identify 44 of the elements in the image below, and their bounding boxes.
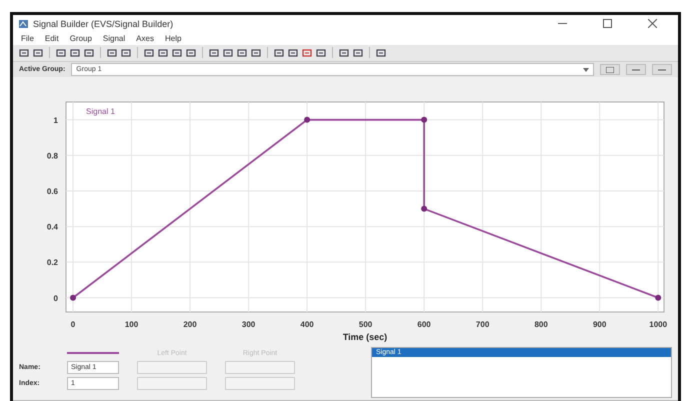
x-tick-label: 200 bbox=[183, 320, 197, 330]
menu-item[interactable]: Axes bbox=[136, 34, 154, 44]
window-title: Signal Builder (EVS/Signal Builder) bbox=[33, 18, 174, 29]
data-point[interactable] bbox=[421, 117, 428, 124]
x-tick-label: 500 bbox=[358, 320, 372, 330]
y-tick-label: 1 bbox=[54, 116, 58, 126]
x-tick-label: 100 bbox=[124, 320, 138, 330]
data-point[interactable] bbox=[304, 117, 310, 124]
maximize-icon[interactable] bbox=[602, 19, 612, 28]
data-point[interactable] bbox=[655, 295, 662, 302]
left-point-field[interactable] bbox=[137, 376, 207, 390]
data-point[interactable] bbox=[70, 295, 76, 302]
menu-item[interactable]: File bbox=[21, 34, 34, 44]
x-tick-label: 400 bbox=[300, 320, 314, 330]
group-button[interactable] bbox=[652, 64, 672, 76]
data-point[interactable] bbox=[421, 206, 428, 212]
caret-icon bbox=[583, 68, 589, 72]
menu-item[interactable]: Help bbox=[164, 34, 182, 44]
left-point-field[interactable] bbox=[137, 360, 207, 374]
y-tick-label: 0.2 bbox=[46, 258, 58, 268]
y-tick-label: 0.4 bbox=[46, 222, 58, 232]
x-tick-label: 800 bbox=[534, 320, 548, 330]
menu-item[interactable]: Signal bbox=[102, 34, 126, 44]
y-tick-label: 0 bbox=[54, 294, 58, 304]
y-tick-label: 0.6 bbox=[46, 187, 58, 196]
x-tick-label: 600 bbox=[417, 320, 431, 330]
x-axis-label: Time (sec) bbox=[342, 332, 388, 342]
menu-item[interactable]: Group bbox=[70, 34, 92, 44]
right-point-field[interactable] bbox=[225, 376, 295, 390]
group-button[interactable] bbox=[626, 64, 646, 76]
right-point-field[interactable] bbox=[225, 360, 295, 374]
minimize-icon[interactable] bbox=[558, 23, 566, 24]
x-tick-label: 900 bbox=[592, 320, 606, 330]
y-tick-label: 0.8 bbox=[46, 152, 58, 161]
app-icon bbox=[19, 20, 28, 28]
line-style-sample bbox=[67, 352, 119, 354]
x-tick-label: 300 bbox=[242, 320, 256, 330]
legend-label: Signal 1 bbox=[86, 107, 115, 116]
x-tick-label: 1000 bbox=[649, 320, 668, 330]
close-icon[interactable] bbox=[648, 19, 656, 28]
x-tick-label: 0 bbox=[70, 320, 76, 330]
group-button[interactable] bbox=[600, 64, 620, 76]
menu-item[interactable]: Edit bbox=[44, 34, 59, 44]
x-tick-label: 700 bbox=[476, 320, 490, 330]
